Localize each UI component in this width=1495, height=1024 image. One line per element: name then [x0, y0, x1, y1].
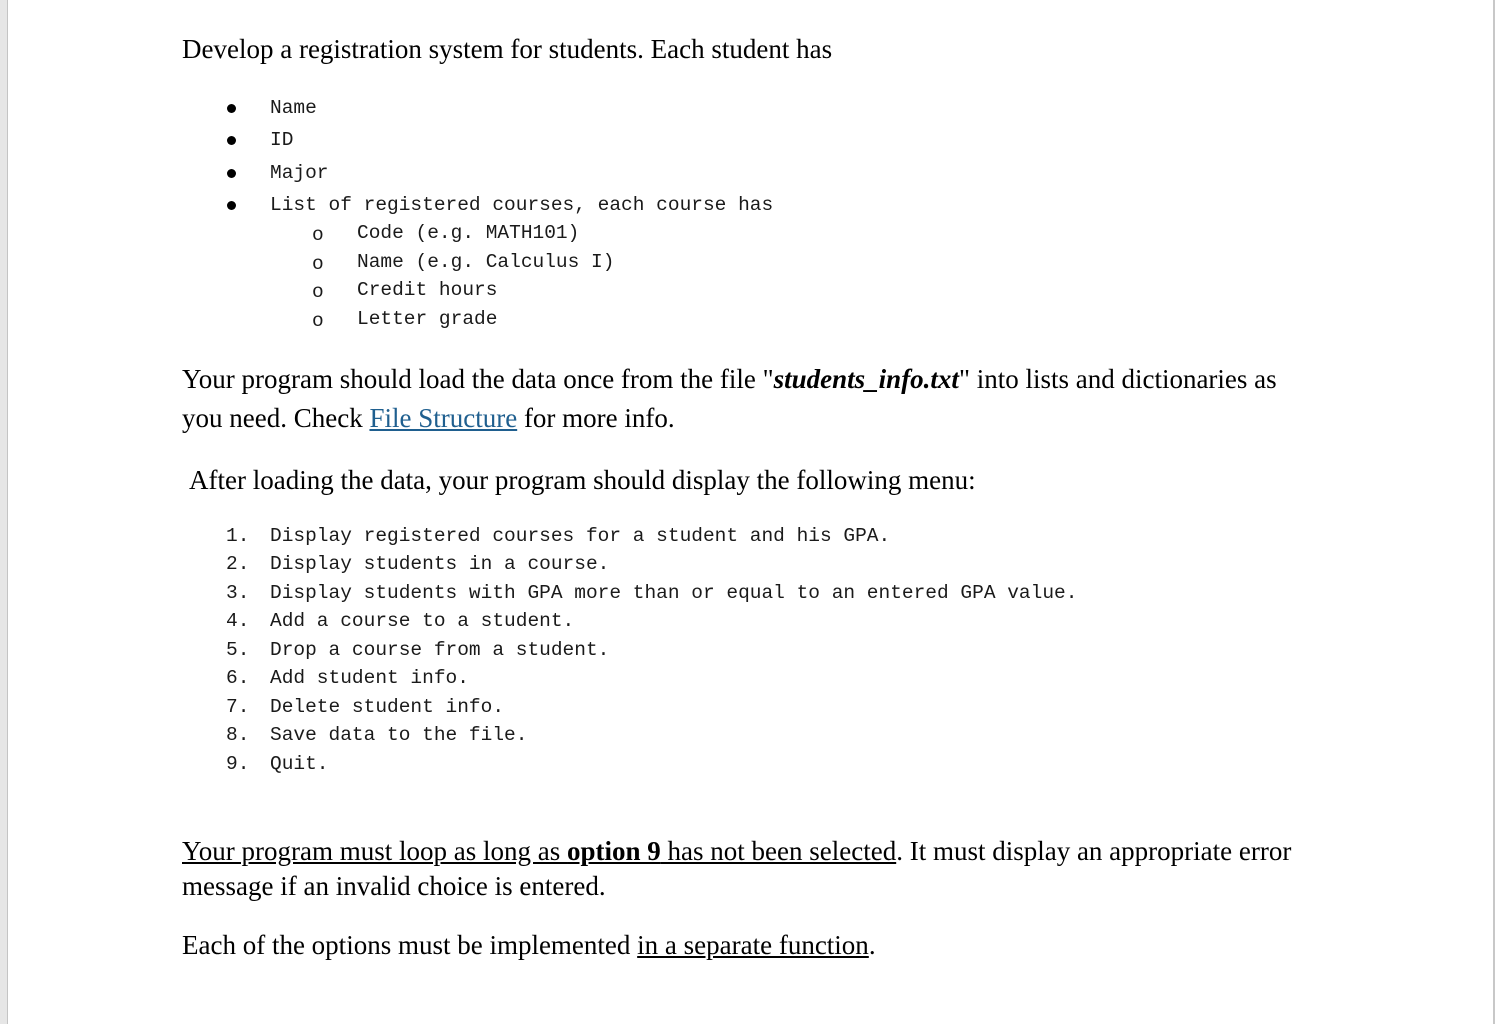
circle-bullet-icon: o: [312, 310, 324, 332]
document-page: Develop a registration system for studen…: [0, 0, 1495, 1024]
menu-intro-paragraph: After loading the data, your program sho…: [189, 465, 976, 495]
menu-option-text: Add student info.: [270, 667, 469, 689]
bullet-icon: [227, 104, 236, 113]
intro-paragraph: Develop a registration system for studen…: [182, 34, 833, 64]
paragraph-text: has not been selected: [660, 836, 897, 866]
menu-option-number: 2.: [226, 553, 250, 575]
list-item-label: ID: [270, 129, 294, 151]
function-requirement-paragraph: Each of the options must be implemented …: [182, 926, 1322, 965]
menu-option-number: 1.: [226, 525, 250, 547]
list-item-label: Letter grade: [357, 308, 498, 330]
underlined-requirement: Your program must loop as long as option…: [182, 836, 896, 866]
bullet-icon: [227, 136, 236, 145]
loop-requirement-paragraph: Your program must loop as long as option…: [182, 834, 1322, 904]
paragraph-text: Your program should load the data once f…: [182, 364, 774, 394]
underlined-requirement: in a separate function: [637, 930, 869, 960]
menu-option-number: 7.: [226, 696, 250, 718]
circle-bullet-icon: o: [312, 224, 324, 246]
menu-option-text: Display registered courses for a student…: [270, 525, 891, 547]
filename-text: students_info.txt: [773, 364, 959, 394]
bullet-icon: [227, 169, 236, 178]
circle-bullet-icon: o: [312, 253, 324, 275]
list-item-label: Name (e.g. Calculus I): [357, 251, 615, 273]
file-structure-link[interactable]: File Structure: [369, 403, 517, 433]
menu-option-text: Drop a course from a student.: [270, 639, 610, 661]
list-item-label: Name: [270, 97, 317, 119]
circle-bullet-icon: o: [312, 281, 324, 303]
bullet-icon: [227, 201, 236, 210]
menu-option-number: 6.: [226, 667, 250, 689]
menu-option-text: Save data to the file.: [270, 724, 528, 746]
menu-option-text: Delete student info.: [270, 696, 505, 718]
list-item-label: Credit hours: [357, 279, 498, 301]
menu-option-text: Display students in a course.: [270, 553, 610, 575]
paragraph-text: Your program must loop as long as: [182, 836, 568, 866]
menu-option-text: Quit.: [270, 753, 329, 775]
menu-option-number: 9.: [226, 753, 250, 775]
menu-option-number: 8.: [226, 724, 250, 746]
option-9-emphasis: option 9: [567, 836, 661, 866]
menu-option-number: 3.: [226, 582, 250, 604]
paragraph-text: for more info.: [517, 403, 675, 433]
menu-option-text: Add a course to a student.: [270, 610, 575, 632]
menu-option-number: 4.: [226, 610, 250, 632]
list-item-label: Major: [270, 162, 329, 184]
menu-option-text: Display students with GPA more than or e…: [270, 582, 1078, 604]
paragraph-text: Each of the options must be implemented: [182, 930, 638, 960]
menu-option-number: 5.: [226, 639, 250, 661]
load-data-paragraph: Your program should load the data once f…: [182, 360, 1322, 438]
paragraph-text: .: [868, 930, 876, 960]
list-item-label: Code (e.g. MATH101): [357, 222, 580, 244]
list-item-label: List of registered courses, each course …: [270, 194, 774, 216]
